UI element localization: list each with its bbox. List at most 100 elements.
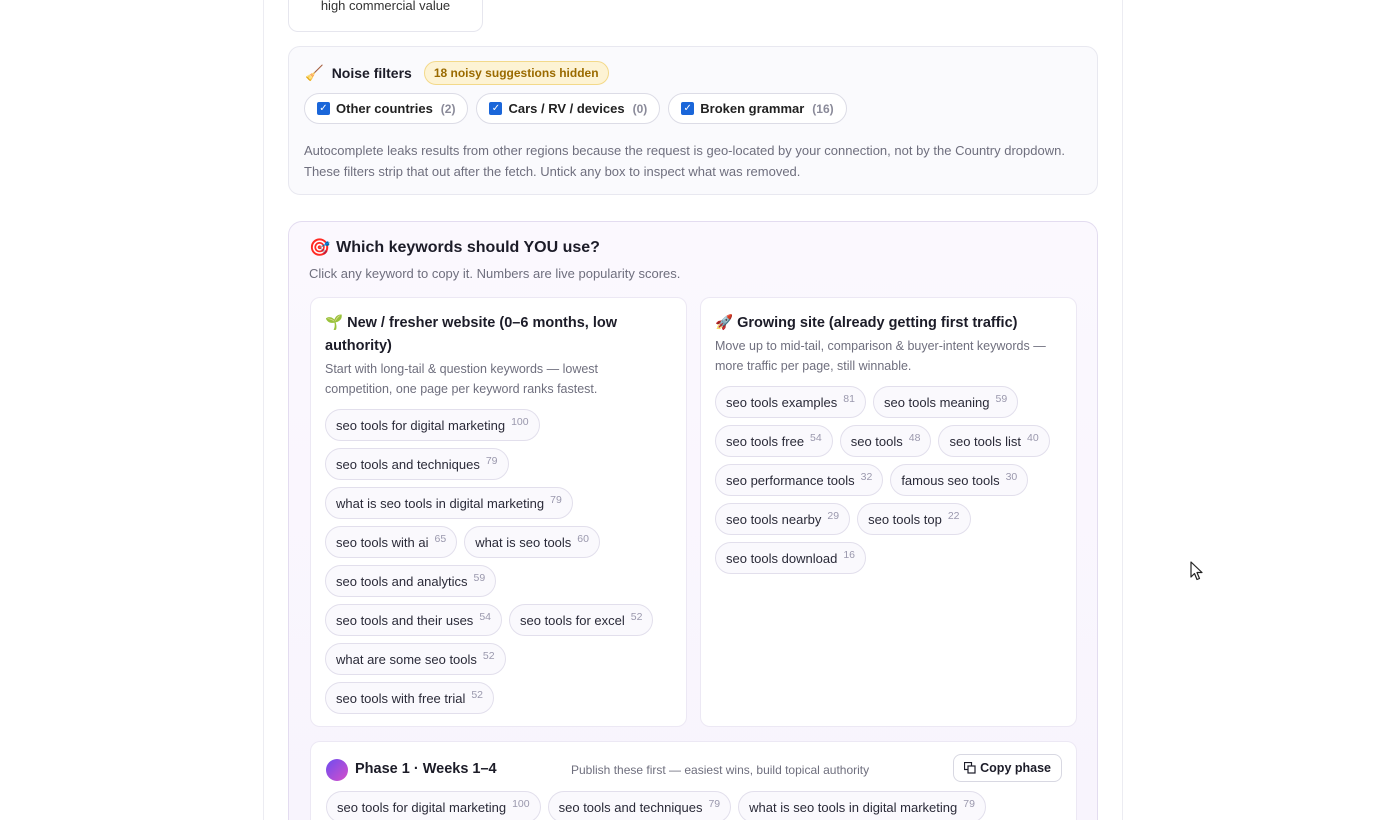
keyword-score: 100 (512, 798, 530, 810)
keyword-text: seo tools for excel (520, 612, 625, 628)
keyword-chip[interactable]: seo performance tools 32 (715, 464, 884, 496)
keyword-chip[interactable]: seo tools and analytics 59 (325, 565, 497, 597)
keyword-chip[interactable]: seo tools and techniques 79 (325, 448, 509, 480)
keyword-chip[interactable]: seo tools with free trial 52 (325, 682, 495, 714)
phase-dot-icon (326, 759, 348, 781)
new-website-desc: Start with long-tail & question keywords… (325, 362, 599, 396)
keyword-score: 52 (630, 611, 643, 623)
growing-site-column: 🚀 Growing site (already getting first tr… (700, 297, 1077, 727)
noise-filters-header: 🧹 Noise filters 18 noisy suggestions hid… (305, 61, 609, 85)
keyword-chip[interactable]: what is seo tools in digital marketing 79 (738, 791, 986, 820)
keyword-score: 32 (860, 471, 873, 483)
keyword-score: 60 (577, 533, 589, 545)
keyword-text: seo tools and techniques (558, 799, 703, 815)
keyword-score: 59 (473, 572, 486, 584)
broom-icon: 🧹 (305, 65, 324, 82)
rocket-icon: 🚀 (715, 315, 734, 331)
keyword-text: seo tools nearby (726, 511, 822, 527)
keyword-chip[interactable]: famous seo tools 30 (890, 464, 1029, 496)
keyword-score: 79 (708, 798, 721, 810)
previous-card: high commercial value (288, 0, 483, 32)
keyword-chip[interactable]: what is seo tools 60 (464, 526, 600, 558)
keyword-chip[interactable]: seo tools for excel 52 (509, 604, 654, 636)
keyword-chip[interactable]: seo tools for digital marketing 100 (325, 409, 540, 441)
copy-icon (964, 762, 976, 774)
keyword-text: seo tools (850, 433, 903, 449)
filter-other-countries[interactable]: ✓ Other countries (2) (304, 93, 469, 124)
keyword-score: 54 (810, 432, 822, 444)
keyword-score: 79 (550, 494, 562, 506)
keyword-score: 40 (1027, 432, 1039, 444)
filter-count: (0) (632, 101, 648, 116)
keyword-text: what is seo tools in digital marketing (336, 495, 545, 511)
keyword-recommendation-header: 🎯 Which keywords should YOU use? (309, 238, 600, 258)
keyword-text: seo tools free (726, 433, 805, 449)
checkbox-other-countries[interactable]: ✓ (317, 102, 330, 115)
copy-phase-button[interactable]: Copy phase (953, 754, 1062, 782)
keyword-text: seo performance tools (726, 472, 855, 488)
keyword-text: what is seo tools (475, 534, 572, 550)
checkbox-broken-grammar[interactable]: ✓ (681, 102, 695, 115)
keyword-chip[interactable]: seo tools top 22 (857, 503, 971, 535)
filter-cars-rv-devices[interactable]: ✓ Cars / RV / devices (0) (476, 93, 661, 124)
keyword-chip[interactable]: seo tools free 54 (715, 425, 833, 457)
filter-list: ✓ Other countries (2) ✓ Cars / RV / devi… (304, 93, 847, 124)
keyword-chip[interactable]: seo tools with ai 65 (325, 526, 458, 558)
filter-count: (16) (812, 101, 834, 116)
growing-site-title-text: Growing site (already getting first traf… (737, 315, 1018, 331)
keyword-text: seo tools for digital marketing (336, 417, 506, 433)
keyword-score: 30 (1005, 471, 1018, 483)
hidden-count-badge: 18 noisy suggestions hidden (423, 61, 609, 85)
keyword-score: 22 (947, 510, 960, 522)
keyword-text: seo tools and their uses (336, 612, 474, 628)
keyword-score: 79 (963, 798, 975, 810)
filter-count: (2) (440, 101, 456, 116)
keyword-recommendation-panel: 🎯 Which keywords should YOU use? Click a… (288, 221, 1098, 820)
keyword-text: what is seo tools in digital marketing (749, 799, 958, 815)
keyword-chip[interactable]: seo tools examples 81 (715, 386, 866, 418)
keyword-score: 59 (995, 393, 1008, 405)
phase-keywords: seo tools for digital marketing 100 seo t… (326, 791, 986, 820)
new-website-column: 🌱 New / fresher website (0–6 months, low… (310, 297, 687, 727)
keyword-text: seo tools for digital marketing (337, 799, 507, 815)
keyword-recommendation-subtitle: Click any keyword to copy it. Numbers ar… (309, 266, 681, 281)
keyword-score: 65 (434, 533, 447, 545)
growing-site-desc: Move up to mid-tail, comparison & buyer-… (715, 339, 1046, 373)
keyword-score: 48 (908, 432, 921, 444)
keyword-score: 29 (827, 510, 840, 522)
keyword-chip[interactable]: seo tools list 40 (938, 425, 1050, 457)
phase-subtitle: Publish these first — easiest wins, buil… (571, 763, 870, 777)
filter-label: Cars / RV / devices (508, 101, 625, 116)
growing-site-title: 🚀 Growing site (already getting first tr… (715, 312, 1065, 335)
keyword-score: 52 (482, 650, 495, 662)
seedling-icon: 🌱 (325, 315, 344, 331)
checkbox-cars-rv-devices[interactable]: ✓ (489, 102, 503, 115)
keyword-score: 54 (479, 611, 491, 623)
filter-broken-grammar[interactable]: ✓ Broken grammar (16) (668, 93, 847, 124)
keyword-text: seo tools with free trial (336, 690, 466, 706)
keyword-text: seo tools and analytics (336, 573, 468, 589)
phase-1-card: Phase 1 · Weeks 1–4 Publish these first … (310, 741, 1077, 820)
keyword-score: 16 (843, 549, 855, 561)
keyword-chip[interactable]: seo tools download 16 (715, 542, 866, 574)
keyword-chip[interactable]: what is seo tools in digital marketing 79 (325, 487, 573, 519)
keyword-text: seo tools with ai (336, 534, 429, 550)
filter-label: Broken grammar (700, 101, 805, 116)
keyword-chip[interactable]: seo tools 48 (839, 425, 932, 457)
filter-label: Other countries (336, 101, 433, 116)
previous-card-text: high commercial value (320, 0, 451, 13)
keyword-text: seo tools list (949, 433, 1022, 449)
keyword-text: seo tools meaning (883, 394, 990, 410)
keyword-chip[interactable]: what are some seo tools 52 (325, 643, 506, 675)
keyword-chip[interactable]: seo tools for digital marketing 100 (326, 791, 541, 820)
mouse-cursor-icon (1190, 561, 1203, 581)
keyword-chip[interactable]: seo tools meaning 59 (872, 386, 1019, 418)
keyword-chip[interactable]: seo tools nearby 29 (715, 503, 851, 535)
keyword-chip[interactable]: seo tools and their uses 54 (325, 604, 502, 636)
keyword-score: 81 (843, 393, 855, 405)
noise-filters-panel: 🧹 Noise filters 18 noisy suggestions hid… (288, 46, 1098, 195)
keyword-text: what are some seo tools (336, 651, 477, 667)
keyword-chip[interactable]: seo tools and techniques 79 (547, 791, 732, 820)
phase-title: Phase 1 · Weeks 1–4 (355, 761, 497, 777)
keyword-recommendation-title: Which keywords should YOU use? (336, 239, 600, 256)
